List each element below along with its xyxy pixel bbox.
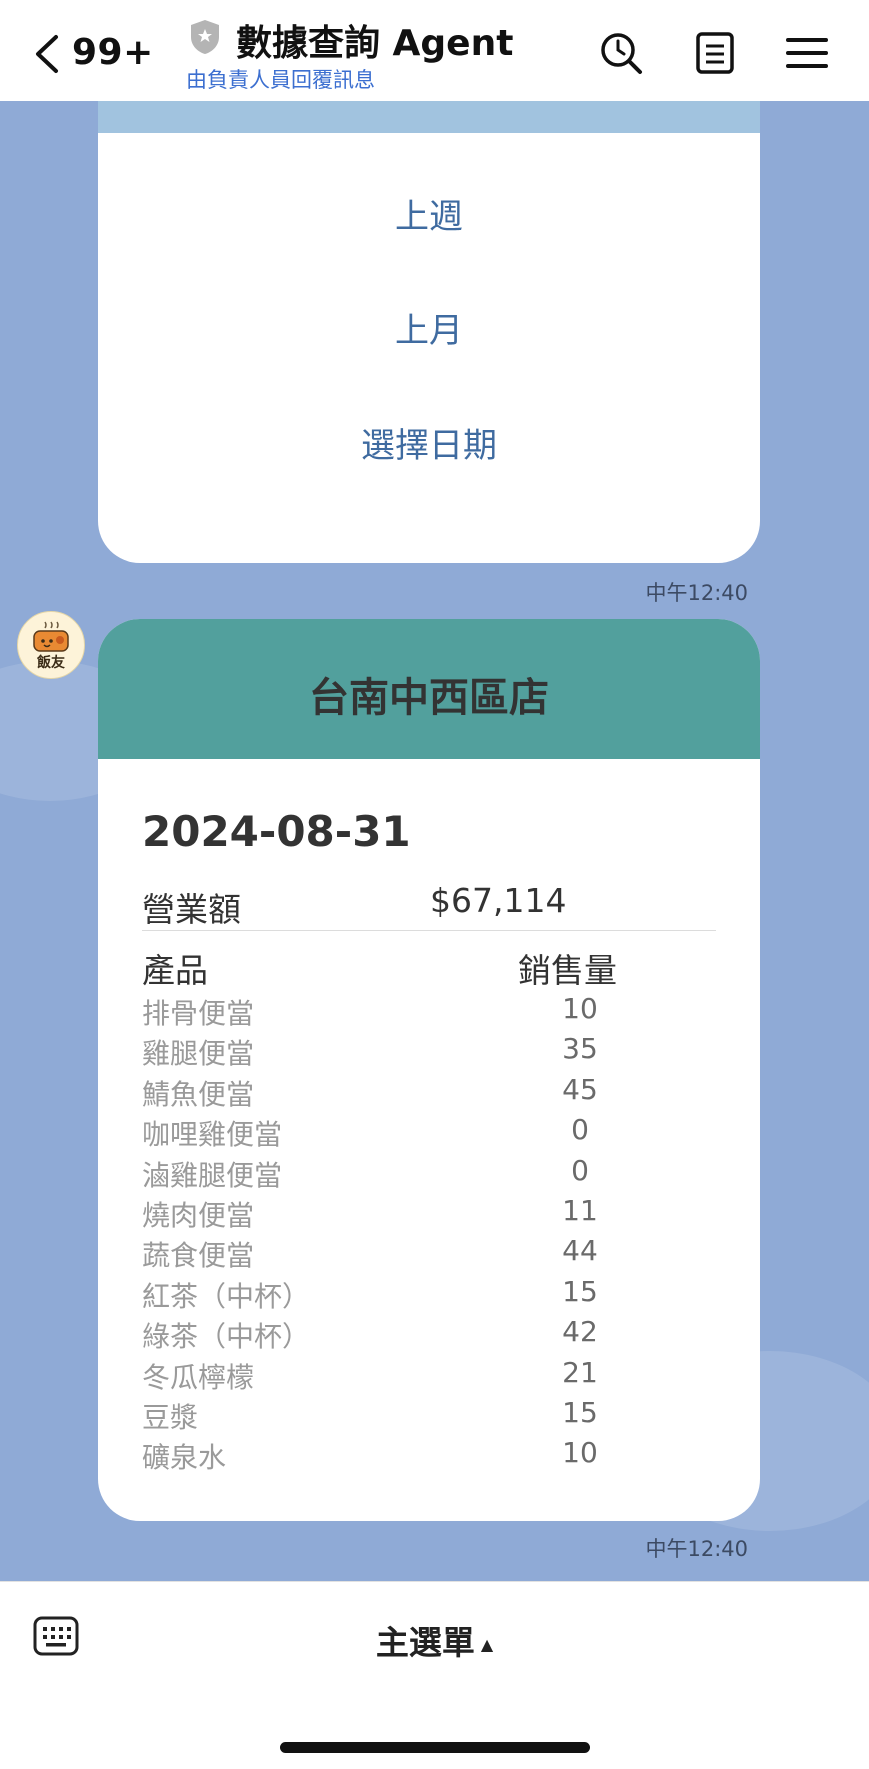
product-qty: 15 (562, 1395, 598, 1429)
table-row: 燒肉便當 11 (142, 1194, 716, 1234)
unread-count[interactable]: 99+ (72, 32, 154, 73)
caret-up-icon: ▲ (480, 1635, 494, 1654)
search-clock-icon[interactable] (598, 30, 644, 76)
main-menu-label: 主選單 (375, 1623, 475, 1662)
home-indicator (280, 1742, 590, 1753)
product-qty: 15 (562, 1274, 598, 1308)
product-qty: 42 (562, 1315, 598, 1349)
product-name: 蔬食便當 (142, 1239, 255, 1273)
table-row: 蔬食便當 44 (142, 1234, 716, 1274)
product-qty: 44 (562, 1234, 598, 1268)
card-header-band (98, 101, 760, 133)
revenue-value: $67,114 (430, 881, 567, 920)
option-last-month[interactable]: 上月 (98, 303, 760, 352)
product-name: 紅茶（中杯） (142, 1279, 311, 1313)
date-options-card: 上週 上月 選擇日期 (98, 101, 760, 563)
chat-area[interactable]: 上週 上月 選擇日期 中午12:40 飯友 台南中西區店 2024-08-31 … (0, 101, 869, 1581)
product-name: 冬瓜檸檬 (142, 1360, 255, 1394)
product-name: 燒肉便當 (142, 1198, 255, 1232)
product-qty: 21 (562, 1355, 598, 1389)
chat-subtitle: 由負責人員回覆訊息 (186, 68, 375, 92)
table-row: 冬瓜檸檬 21 (142, 1356, 716, 1396)
table-row: 綠茶（中杯） 42 (142, 1315, 716, 1355)
product-name: 礦泉水 (142, 1441, 227, 1475)
product-name: 咖哩雞便當 (142, 1118, 283, 1152)
product-qty: 35 (562, 1032, 598, 1066)
product-name: 滷雞腿便當 (142, 1158, 283, 1192)
bottom-bar: 主選單 ▲ (0, 1581, 869, 1769)
column-header-product: 產品 (142, 951, 208, 990)
notes-icon[interactable] (692, 30, 738, 76)
sales-table: 排骨便當 10 雞腿便當 35 鯖魚便當 45 咖哩雞便當 0 滷雞腿便當 0 燒肉便當 1… (142, 992, 716, 1477)
product-name: 排骨便當 (142, 997, 255, 1030)
back-chevron-icon[interactable] (30, 34, 66, 74)
main-menu-button[interactable]: 主選單 ▲ (0, 1616, 869, 1664)
table-row: 礦泉水 10 (142, 1436, 716, 1476)
avatar-label: 飯友 (37, 655, 65, 671)
table-row: 滷雞腿便當 0 (142, 1154, 716, 1194)
revenue-label: 營業額 (142, 890, 241, 929)
store-name: 台南中西區店 (309, 675, 549, 721)
product-name: 豆漿 (142, 1400, 199, 1434)
product-qty: 10 (562, 992, 598, 1025)
store-header: 台南中西區店 (98, 619, 760, 759)
table-row: 豆漿 15 (142, 1396, 716, 1436)
avatar[interactable]: 飯友 (17, 611, 85, 679)
option-select-date[interactable]: 選擇日期 (98, 418, 760, 467)
table-row: 咖哩雞便當 0 (142, 1113, 716, 1153)
product-qty: 10 (562, 1436, 598, 1470)
product-name: 雞腿便當 (142, 1037, 255, 1071)
product-qty: 0 (571, 1153, 589, 1187)
message-timestamp: 中午12:40 (645, 581, 748, 605)
column-header-quantity: 銷售量 (518, 951, 617, 990)
product-qty: 45 (562, 1072, 598, 1106)
product-name: 綠茶（中杯） (142, 1320, 311, 1354)
table-row: 鯖魚便當 45 (142, 1073, 716, 1113)
table-row: 雞腿便當 35 (142, 1032, 716, 1072)
divider (142, 930, 716, 931)
option-last-week[interactable]: 上週 (98, 189, 760, 238)
table-row: 紅茶（中杯） 15 (142, 1275, 716, 1315)
shield-icon (191, 20, 219, 54)
report-date: 2024-08-31 (142, 807, 411, 856)
chat-header: 99+ 數據查詢 Agent 由負責人員回覆訊息 (0, 0, 869, 101)
chat-title[interactable]: 數據查詢 Agent (236, 14, 513, 66)
store-report-card: 台南中西區店 2024-08-31 營業額 $67,114 產品 銷售量 排骨便… (98, 619, 760, 1521)
product-qty: 0 (571, 1113, 589, 1147)
message-timestamp: 中午12:40 (645, 1537, 748, 1561)
menu-icon[interactable] (784, 30, 830, 76)
table-row: 排骨便當 10 (142, 992, 716, 1032)
bento-icon (33, 621, 69, 652)
product-qty: 11 (562, 1193, 598, 1227)
product-name: 鯖魚便當 (142, 1077, 255, 1111)
